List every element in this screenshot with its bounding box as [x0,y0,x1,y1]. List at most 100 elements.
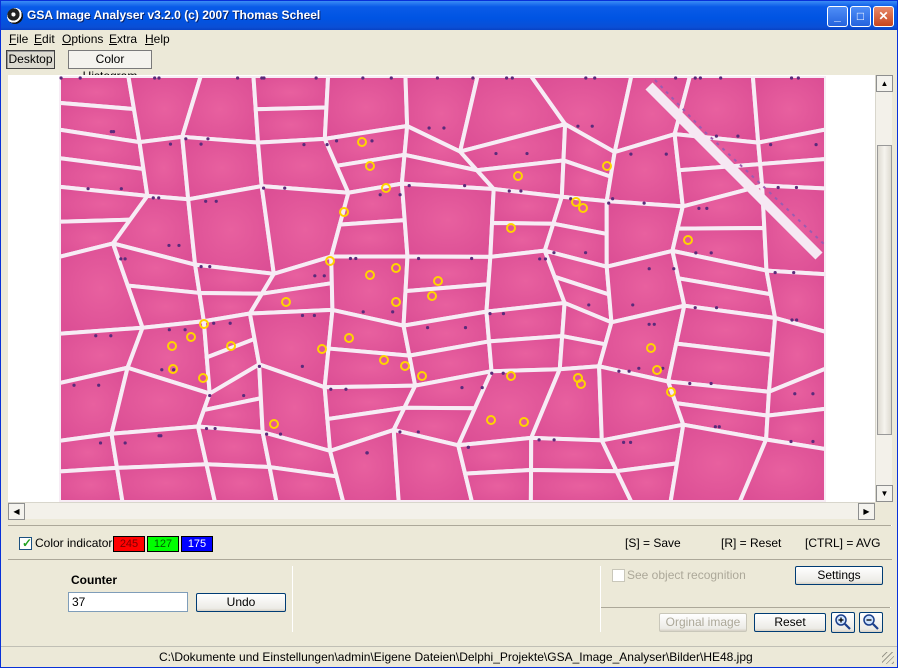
nucleus [525,151,529,156]
vertical-scroll-thumb[interactable] [877,145,892,435]
nucleus [97,383,101,387]
nucleus [206,137,210,141]
nucleus [627,369,631,373]
menu-file[interactable]: File [9,32,28,46]
muscle-fiber [672,76,761,145]
nucleus [637,366,641,370]
resize-grip-icon[interactable] [882,652,894,664]
nucleus [466,445,471,449]
nucleus [543,257,548,261]
nucleus [593,76,597,80]
horizontal-scrollbar[interactable]: ◀ ▶ [8,502,875,520]
nucleus [773,270,777,275]
nucleus [391,310,395,314]
color-indicator-checkbox[interactable]: ✓ [19,536,32,550]
nucleus [228,321,232,325]
nucleus [587,303,591,307]
close-button[interactable]: ✕ [873,6,894,27]
nucleus [776,185,780,190]
nucleus [480,386,484,390]
muscle-tissue-image [59,76,826,502]
nucleus [86,187,90,191]
status-bar: C:\Dokumente und Einstellungen\admin\Eig… [1,646,897,666]
nucleus [157,76,161,80]
zoom-in-button[interactable] [831,612,855,633]
nucleus [111,130,116,134]
nucleus [811,439,815,444]
nucleus [208,265,212,269]
original-image-button[interactable]: Orginal image [659,613,747,632]
nucleus [325,143,329,147]
nucleus [334,139,339,143]
nucleus [312,313,316,318]
nucleus [167,243,171,248]
nucleus [501,371,505,375]
nucleus [265,432,269,436]
nucleus [693,306,697,310]
settings-button[interactable]: Settings [795,566,883,585]
nucleus [242,393,246,398]
muscle-fiber [186,184,276,276]
counter-title: Counter [71,573,117,587]
undo-button[interactable]: Undo [196,593,286,612]
app-icon [7,8,23,24]
minimize-button[interactable]: _ [827,6,848,27]
nucleus [463,184,467,188]
nucleus [300,313,305,318]
muscle-fiber [490,186,564,226]
nucleus [199,265,203,269]
tab-desktop[interactable]: Desktop [6,50,55,69]
menu-edit[interactable]: Edit [34,32,55,46]
nucleus [204,199,208,203]
muscle-fiber [486,334,565,374]
vertical-scrollbar[interactable]: ▲ ▼ [875,75,893,502]
title-bar[interactable]: GSA Image Analyser v3.2.0 (c) 2007 Thoma… [1,1,897,30]
color-indicator-label: Color indicator [35,536,113,550]
muscle-fiber [329,218,410,259]
nucleus [435,76,440,80]
nucleus [504,76,509,80]
nucleus [213,426,217,431]
nucleus [519,189,523,193]
nucleus [72,383,76,387]
nucleus [123,257,127,261]
nucleus [407,184,411,188]
scroll-down-arrow-icon[interactable]: ▼ [876,485,893,502]
tab-color-histogram[interactable]: Color Histogram [68,50,152,83]
zoom-out-button[interactable] [859,612,883,633]
nucleus [177,243,181,248]
microscopy-image[interactable] [59,76,826,502]
counter-field[interactable]: 37 [68,592,188,612]
menu-extra[interactable]: Extra [109,32,137,46]
file-path: C:\Dokumente und Einstellungen\admin\Eig… [159,650,753,664]
nucleus [647,267,651,271]
nucleus [119,257,123,261]
nucleus [719,76,723,80]
nucleus [584,76,588,80]
window-title: GSA Image Analyser v3.2.0 (c) 2007 Thoma… [27,8,321,22]
nucleus [314,76,318,80]
scroll-up-arrow-icon[interactable]: ▲ [876,75,893,92]
muscle-fiber [204,462,279,502]
nucleus [236,76,240,80]
muscle-fiber [253,105,329,145]
object-recognition-checkbox[interactable] [612,569,625,582]
nucleus [416,256,421,261]
scroll-left-arrow-icon[interactable]: ◀ [8,503,25,520]
menu-help[interactable]: Help [145,32,170,46]
nucleus [199,142,203,146]
reset-button[interactable]: Reset [754,613,826,632]
nucleus [389,76,393,80]
zoom-out-icon [863,614,879,630]
app-window: GSA Image Analyser v3.2.0 (c) 2007 Thoma… [0,0,898,668]
menu-options[interactable]: Options [62,32,103,46]
nucleus [354,256,358,261]
scroll-right-arrow-icon[interactable]: ▶ [858,503,875,520]
maximize-button[interactable]: □ [850,6,871,27]
object-recognition-label: See object recognition [627,568,746,582]
muscle-fiber [399,181,496,259]
muscle-fiber [196,424,272,470]
nucleus [501,312,506,316]
nucleus [697,206,701,210]
nucleus [488,312,492,316]
